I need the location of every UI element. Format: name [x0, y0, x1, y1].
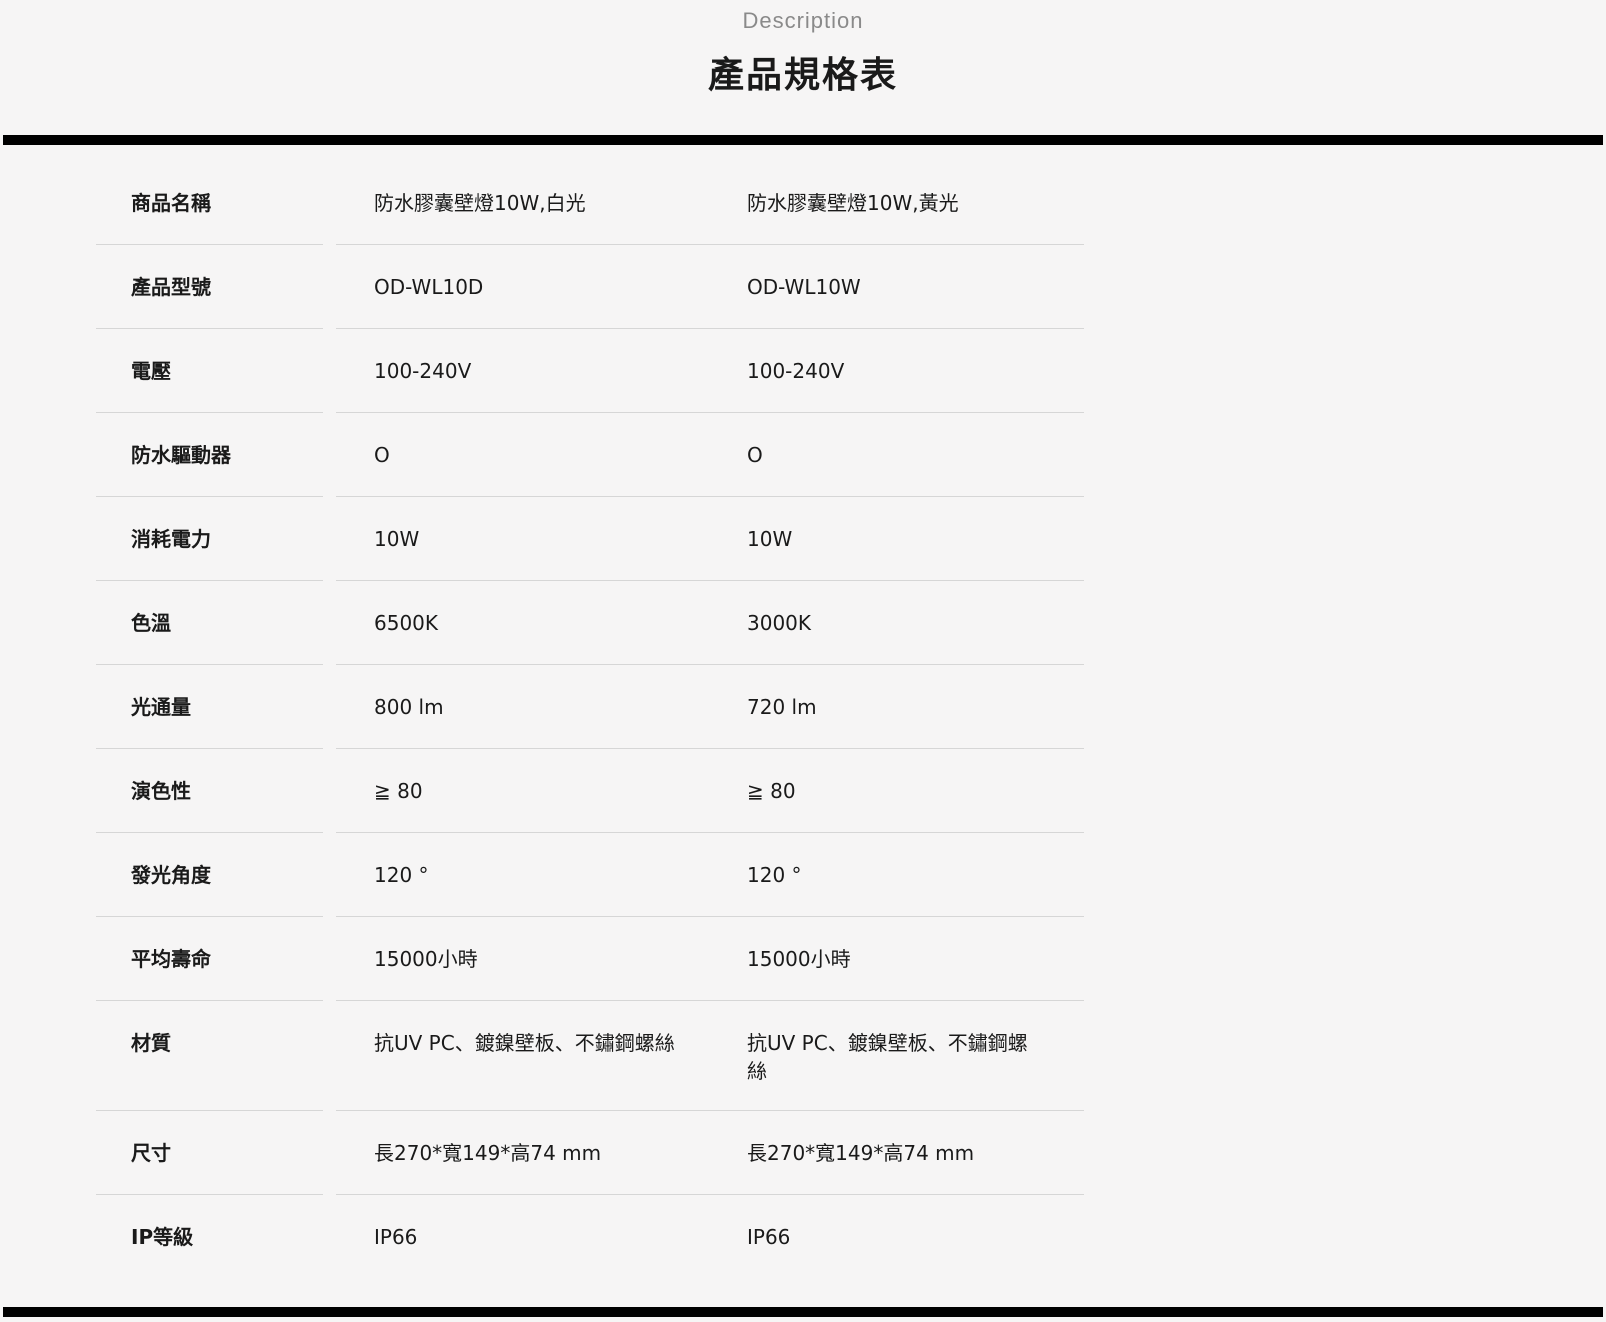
spec-row-luminous-flux: 光通量 800 lm 720 lm — [96, 665, 1084, 749]
spec-value-white: 長270*寬149*高74 mm — [374, 1141, 602, 1165]
spec-label: 平均壽命 — [131, 947, 211, 971]
spec-table: 商品名稱 防水膠囊壁燈10W,白光 防水膠囊壁燈10W,黃光 產品型號 OD-W… — [96, 161, 1084, 1279]
spec-label: 演色性 — [131, 779, 191, 803]
spec-row-ip-rating: IP等級 IP66 IP66 — [96, 1195, 1084, 1279]
spec-value-white: 100-240V — [374, 359, 472, 383]
spec-row-cri: 演色性 ≧ 80 ≧ 80 — [96, 749, 1084, 833]
spec-value-warm: O — [747, 443, 763, 467]
spec-value-warm: 防水膠囊壁燈10W,黃光 — [747, 191, 959, 215]
spec-label: 尺寸 — [131, 1141, 171, 1165]
page: Description 產品規格表 商品名稱 防水膠囊壁燈10W,白光 防水膠囊… — [0, 0, 1606, 1322]
spec-row-waterproof-driver: 防水驅動器 O O — [96, 413, 1084, 497]
spec-value-warm: 3000K — [747, 611, 812, 635]
spec-value-white: OD-WL10D — [374, 275, 484, 299]
spec-label: 材質 — [131, 1031, 171, 1055]
spec-label: 電壓 — [131, 359, 171, 383]
spec-value-warm: OD-WL10W — [747, 275, 861, 299]
spec-row-lifespan: 平均壽命 15000小時 15000小時 — [96, 917, 1084, 1001]
spec-value-warm: 720 lm — [747, 695, 817, 719]
page-title: 產品規格表 — [707, 55, 898, 96]
top-divider — [3, 135, 1603, 145]
spec-value-white: 120 ° — [374, 863, 429, 887]
spec-row-color-temp: 色溫 6500K 3000K — [96, 581, 1084, 665]
spec-value-white: ≧ 80 — [374, 779, 423, 803]
spec-label: 消耗電力 — [131, 527, 211, 551]
spec-label: 商品名稱 — [131, 191, 211, 215]
spec-value-white: 抗UV PC、鍍鎳壁板、不鏽鋼螺絲 — [374, 1031, 675, 1055]
spec-value-warm: 10W — [747, 527, 793, 551]
spec-row-material: 材質 抗UV PC、鍍鎳壁板、不鏽鋼螺絲 抗UV PC、鍍鎳壁板、不鏽鋼螺絲 — [96, 1001, 1084, 1111]
spec-value-white: 800 lm — [374, 695, 444, 719]
spec-label: 產品型號 — [131, 275, 211, 299]
spec-value-white: 防水膠囊壁燈10W,白光 — [374, 191, 586, 215]
spec-value-warm: IP66 — [747, 1225, 791, 1249]
spec-row-power: 消耗電力 10W 10W — [96, 497, 1084, 581]
spec-value-white: 15000小時 — [374, 947, 478, 971]
spec-value-white: 10W — [374, 527, 420, 551]
spec-row-product-name: 商品名稱 防水膠囊壁燈10W,白光 防水膠囊壁燈10W,黃光 — [96, 161, 1084, 245]
spec-label: 防水驅動器 — [131, 443, 231, 467]
spec-value-warm: 長270*寬149*高74 mm — [747, 1141, 975, 1165]
spec-label: 發光角度 — [131, 863, 211, 887]
spec-label: IP等級 — [131, 1225, 194, 1249]
spec-row-beam-angle: 發光角度 120 ° 120 ° — [96, 833, 1084, 917]
spec-row-dimensions: 尺寸 長270*寬149*高74 mm 長270*寬149*高74 mm — [96, 1111, 1084, 1195]
spec-value-warm: 120 ° — [747, 863, 802, 887]
spec-row-voltage: 電壓 100-240V 100-240V — [96, 329, 1084, 413]
spec-value-white: 6500K — [374, 611, 439, 635]
spec-value-white: O — [374, 443, 390, 467]
spec-row-model: 產品型號 OD-WL10D OD-WL10W — [96, 245, 1084, 329]
bottom-divider — [3, 1307, 1603, 1317]
spec-label: 色溫 — [131, 611, 171, 635]
section-subtitle: Description — [742, 8, 864, 33]
spec-label: 光通量 — [131, 695, 191, 719]
spec-value-white: IP66 — [374, 1225, 418, 1249]
spec-value-warm: 100-240V — [747, 359, 845, 383]
spec-value-warm: 抗UV PC、鍍鎳壁板、不鏽鋼螺絲 — [747, 1031, 1028, 1083]
spec-value-warm: ≧ 80 — [747, 779, 796, 803]
spec-value-warm: 15000小時 — [747, 947, 851, 971]
